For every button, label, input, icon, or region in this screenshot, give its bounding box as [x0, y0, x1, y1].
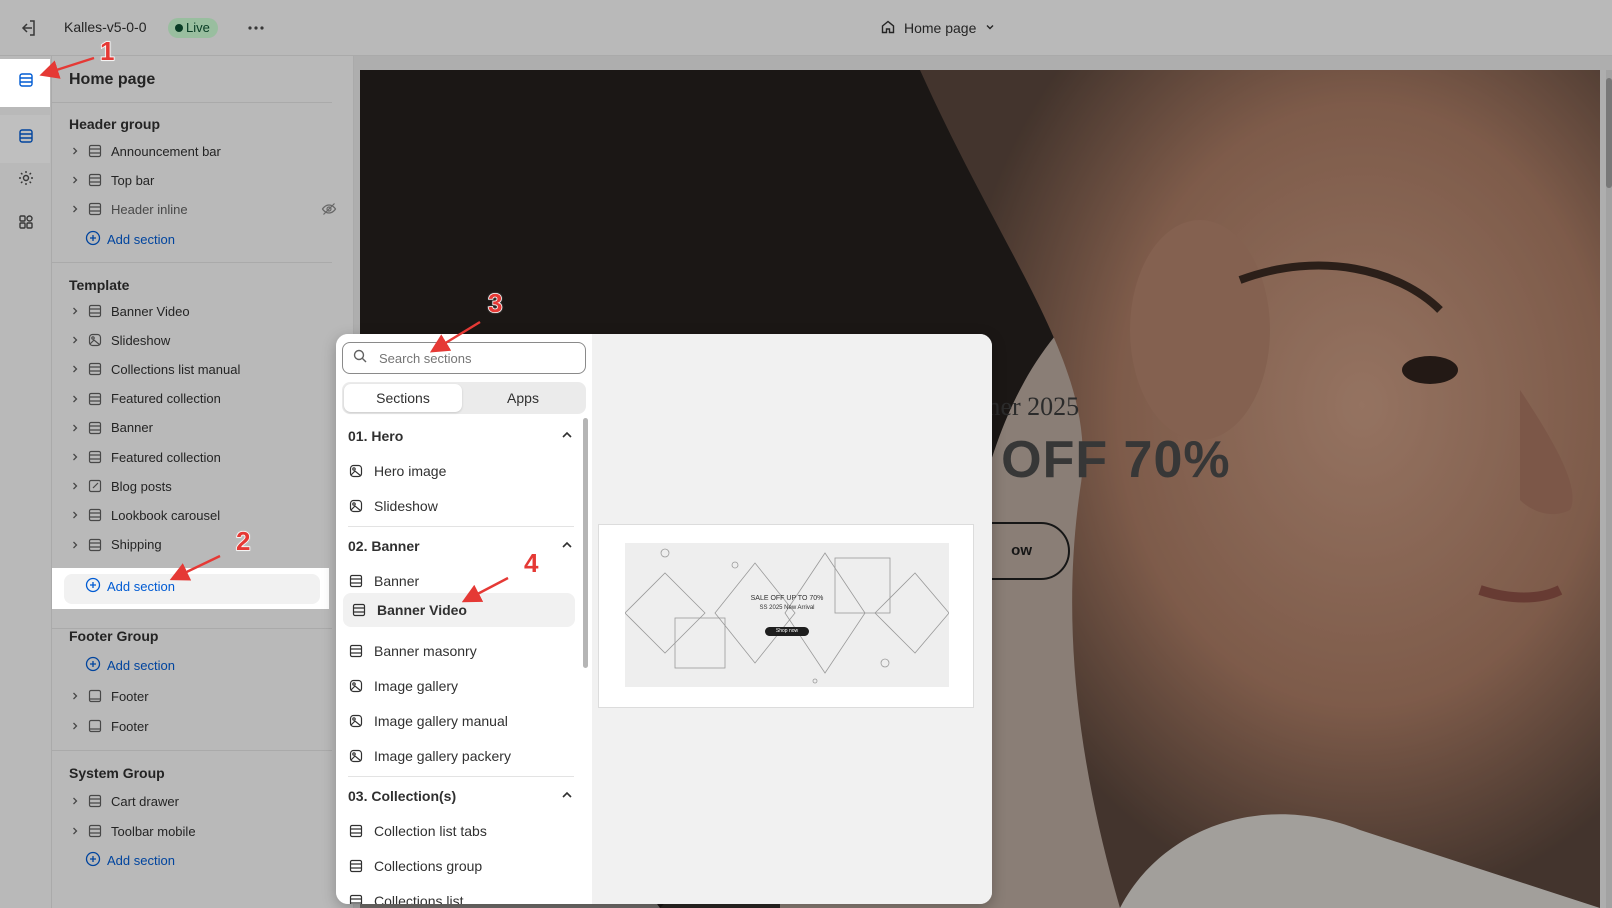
- picker-item[interactable]: Collection list tabs: [340, 814, 574, 848]
- picker-category-title: 03. Collection(s): [348, 788, 457, 804]
- picker-item-label: Image gallery: [374, 678, 459, 694]
- search-field[interactable]: [342, 342, 586, 374]
- search-input[interactable]: [377, 349, 557, 367]
- picker-item[interactable]: Hero image: [340, 454, 574, 488]
- section-icon: [351, 602, 367, 618]
- picker-tabs: Sections Apps: [342, 382, 586, 414]
- preview-image: SALE OFF UP TO 70% SS 2025 New Arrival S…: [624, 543, 950, 687]
- picker-category-header[interactable]: 01. Hero: [348, 424, 574, 448]
- chevron-up-icon[interactable]: [560, 788, 574, 805]
- picker-item-label: Collection list tabs: [374, 823, 487, 839]
- picker-item[interactable]: Collections list: [340, 884, 574, 904]
- picker-item-label: Image gallery manual: [374, 713, 508, 729]
- picker-category-header[interactable]: 02. Banner: [348, 534, 574, 558]
- picker-item-label: Banner: [374, 573, 420, 589]
- add-section-label: Add section: [107, 578, 175, 594]
- picker-item-label: Slideshow: [374, 498, 438, 514]
- picker-section-list: 01. Hero Hero image Slideshow 02. Banner Ban…: [336, 418, 582, 904]
- picker-item[interactable]: Slideshow: [340, 489, 574, 523]
- preview-inner: SALE OFF UP TO 70% SS 2025 New Arrival S…: [607, 533, 965, 697]
- picker-item-label: Banner Video: [377, 602, 467, 618]
- section-icon: [348, 498, 364, 514]
- picker-category-title: 02. Banner: [348, 538, 420, 554]
- tab-sections[interactable]: Sections: [344, 384, 462, 412]
- picker-item-label: Collections group: [374, 858, 483, 874]
- section-icon: [348, 823, 364, 839]
- picker-item[interactable]: Collections group: [340, 849, 574, 883]
- section-icon: [348, 858, 364, 874]
- preview-line1: SALE OFF UP TO 70%: [750, 595, 824, 602]
- section-icon: [348, 463, 364, 479]
- picker-category-title: 01. Hero: [348, 428, 404, 444]
- picker-item-label: Banner masonry: [374, 643, 477, 659]
- add-section-highlight-button[interactable]: Add section: [85, 574, 175, 598]
- chevron-up-icon[interactable]: [560, 428, 574, 445]
- section-icon: [348, 643, 364, 659]
- annotation-1: 1: [99, 35, 115, 67]
- annotation-3: 3: [487, 287, 503, 319]
- picker-item-banner-video-highlight[interactable]: Banner Video: [343, 593, 575, 627]
- divider: [348, 776, 574, 777]
- picker-item-label: Hero image: [374, 463, 447, 479]
- picker-item[interactable]: Image gallery manual: [340, 704, 574, 738]
- divider: [348, 526, 574, 527]
- sections-icon: [17, 71, 35, 94]
- section-icon: [348, 573, 364, 589]
- section-preview-card: SALE OFF UP TO 70% SS 2025 New Arrival S…: [598, 524, 974, 708]
- annotation-2: 2: [235, 525, 251, 557]
- picker-item-label: Image gallery packery: [374, 748, 511, 764]
- rail-sections-button-highlight[interactable]: [8, 64, 44, 100]
- picker-scrollbar[interactable]: [582, 418, 590, 904]
- chevron-up-icon[interactable]: [560, 538, 574, 555]
- preview-button: Shop now: [765, 627, 809, 636]
- picker-category-header[interactable]: 03. Collection(s): [348, 784, 574, 808]
- plus-circle-icon: [85, 577, 101, 596]
- tab-apps[interactable]: Apps: [464, 384, 582, 412]
- section-icon: [348, 748, 364, 764]
- annotation-4: 4: [523, 547, 539, 579]
- picker-item-label: Collections list: [374, 893, 464, 904]
- section-icon: [348, 713, 364, 729]
- section-icon: [348, 893, 364, 904]
- search-icon: [353, 349, 367, 368]
- section-icon: [348, 678, 364, 694]
- picker-item[interactable]: Banner masonry: [340, 634, 574, 668]
- picker-item[interactable]: Image gallery packery: [340, 739, 574, 773]
- preview-line2: SS 2025 New Arrival: [759, 605, 815, 611]
- scroll-thumb[interactable]: [583, 418, 588, 668]
- picker-item[interactable]: Image gallery: [340, 669, 574, 703]
